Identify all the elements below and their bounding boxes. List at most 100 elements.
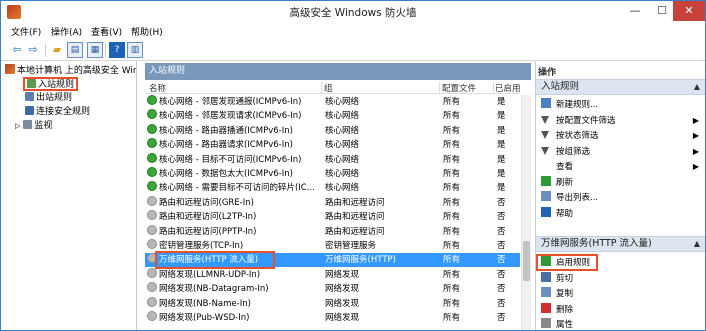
rule-disabled-icon bbox=[147, 224, 157, 235]
rule-row[interactable]: 核心网络 - 路由器请求(ICMPv6-In) 核心网络 所有 是 bbox=[145, 138, 520, 152]
rule-profile: 所有 bbox=[443, 241, 461, 251]
rule-group: 核心网络 bbox=[325, 125, 360, 136]
rule-profile: 所有 bbox=[443, 111, 461, 122]
vertical-scrollbar[interactable] bbox=[521, 95, 531, 330]
action-item[interactable]: 复制 bbox=[541, 287, 701, 301]
rule-row[interactable]: 网络发现(LLMNR-UDP-In) 网络发现 所有 否 bbox=[145, 267, 520, 282]
navigation-tree: 本地计算机 上的高级安全 Windows 入站规则 出站规则 连接安全规则 ▷ 监… bbox=[3, 61, 137, 330]
rule-enabled: 否 bbox=[497, 284, 506, 295]
menu-view[interactable]: 查看(V) bbox=[91, 25, 122, 38]
new-rule-icon bbox=[541, 98, 551, 108]
action-item[interactable]: 查看 ▶ bbox=[541, 160, 701, 174]
action-item[interactable]: 属性 bbox=[541, 318, 701, 330]
rule-row[interactable]: 核心网络 - 需要目标不可访问的碎片(IC... 核心网络 所有 是 bbox=[145, 181, 520, 195]
action-item[interactable]: 删除 bbox=[541, 302, 701, 317]
column-header-row: 名称 组 配置文件 已启用 bbox=[145, 81, 521, 94]
rule-name: 核心网络 - 邻居发现请求(ICMPv6-In) bbox=[159, 111, 302, 122]
rule-profile: 所有 bbox=[443, 125, 461, 136]
rule-enabled: 否 bbox=[497, 226, 506, 237]
rule-profile: 所有 bbox=[443, 183, 461, 194]
rule-row[interactable]: 路由和远程访问(L2TP-In) 路由和远程访问 所有 否 bbox=[145, 210, 520, 224]
toolbar-separator bbox=[105, 43, 106, 57]
column-header-name[interactable]: 名称 bbox=[149, 82, 322, 94]
column-header-profile[interactable]: 配置文件 bbox=[442, 82, 494, 94]
action-label: 按组筛选 bbox=[556, 146, 591, 157]
rule-row[interactable]: 核心网络 - 路由器播通(ICMPv6-In) 核心网络 所有 是 bbox=[145, 123, 520, 138]
column-header-enabled[interactable]: 已启用 bbox=[495, 82, 521, 94]
rule-group: 网络发现 bbox=[325, 313, 360, 323]
back-arrow-icon[interactable]: ⇦ bbox=[9, 42, 25, 58]
firewall-window: 高级安全 Windows 防火墙 — ☐ ✕ 文件(F) 操作(A) 查看(V)… bbox=[0, 0, 706, 331]
toolbar-separator bbox=[45, 43, 46, 57]
section-label: 入站规则 bbox=[541, 81, 580, 92]
action-item[interactable]: 按状态筛选 ▶ bbox=[541, 129, 701, 143]
rule-row[interactable]: 万维网服务(HTTP 流入量) 万维网服务(HTTP) 所有否 bbox=[145, 251, 520, 270]
scrollbar-thumb[interactable] bbox=[523, 241, 530, 281]
tree-item-root[interactable]: 本地计算机 上的高级安全 Windows bbox=[5, 64, 137, 76]
menu-help[interactable]: 帮助(H) bbox=[131, 25, 163, 38]
close-button[interactable]: ✕ bbox=[673, 1, 705, 21]
tree-item-label: 连接安全规则 bbox=[36, 107, 91, 117]
rule-row[interactable]: 网络发现(NB-Name-In) 网络发现 所有 否 bbox=[145, 296, 520, 311]
menu-file[interactable]: 文件(F) bbox=[11, 25, 41, 38]
rule-row[interactable]: 核心网络 - 邻居发现请求(ICMPv6-In) 核心网络 所有 是 bbox=[145, 109, 520, 123]
actions-section-inbound[interactable]: 入站规则 ▲ bbox=[536, 79, 705, 95]
rule-row[interactable]: 路由和远程访问(PPTP-In) 路由和远程访问 所有 否 bbox=[145, 224, 520, 239]
expand-arrow-icon[interactable]: ▷ bbox=[15, 122, 20, 130]
actions-section-selected-rule[interactable]: 万维网服务(HTTP 流入量) ▲ bbox=[536, 236, 705, 252]
rule-disabled-icon bbox=[147, 296, 157, 307]
menu-action[interactable]: 操作(A) bbox=[51, 25, 82, 38]
properties-icon bbox=[541, 318, 551, 328]
rule-enabled-icon bbox=[147, 95, 157, 105]
rule-row[interactable]: 核心网络 - 数据包太大(ICMPv6-In) 核心网络 所有 是 bbox=[145, 167, 520, 181]
rule-group: 路由和远程访问 bbox=[325, 226, 385, 237]
maximize-button[interactable]: ☐ bbox=[648, 1, 676, 21]
rule-group: 核心网络 bbox=[325, 154, 360, 165]
collapse-caret-icon[interactable]: ▲ bbox=[694, 80, 700, 94]
rule-row[interactable]: 网络发现(Pub-WSD-In) 网络发现 所有 否 bbox=[145, 311, 520, 325]
tree-item-monitor[interactable]: ▷ 监视 bbox=[15, 120, 52, 132]
rule-row[interactable]: 核心网络 - 目标不可访问(ICMPv6-In) 核心网络 所有 是 bbox=[145, 152, 520, 167]
tree-item-label: 本地计算机 上的高级安全 Windows bbox=[17, 66, 137, 76]
tree-item-inbound-rules[interactable]: 入站规则 bbox=[23, 77, 79, 91]
rule-row[interactable]: 路由和远程访问(GRE-In) 路由和远程访问 所有 否 bbox=[145, 195, 520, 210]
rule-name: 核心网络 - 数据包太大(ICMPv6-In) bbox=[159, 169, 293, 179]
action-item[interactable]: 剪切 bbox=[541, 271, 701, 286]
rule-name: 核心网络 - 需要目标不可访问的碎片(IC... bbox=[159, 183, 315, 194]
forward-arrow-icon[interactable]: ⇨ bbox=[25, 42, 41, 58]
action-item[interactable]: 导出列表... bbox=[541, 191, 701, 205]
rule-profile: 所有 bbox=[443, 313, 461, 323]
menu-bar: 文件(F) 操作(A) 查看(V) 帮助(H) bbox=[1, 23, 705, 39]
action-item[interactable]: 按配置文件筛选 ▶ bbox=[541, 114, 701, 128]
rule-enabled-icon bbox=[147, 167, 157, 177]
show-hide-tree-icon[interactable]: ▤ bbox=[67, 42, 83, 58]
rule-enabled: 是 bbox=[497, 140, 506, 151]
action-item[interactable]: 刷新 bbox=[541, 175, 701, 190]
actions-pane: 操作 入站规则 ▲ 新建规则... 按配置文件筛选 ▶ 按状态筛选 ▶ 按组筛选 ▶ 查看 ▶ 刷… bbox=[535, 61, 705, 330]
action-item[interactable]: 新建规则... bbox=[541, 98, 701, 112]
action-label: 导出列表... bbox=[556, 193, 599, 203]
action-item[interactable]: 按组筛选 ▶ bbox=[541, 145, 701, 159]
minimize-button[interactable]: — bbox=[621, 1, 649, 21]
tree-item-connection-security-rules[interactable]: 连接安全规则 bbox=[25, 106, 90, 118]
monitor-icon bbox=[23, 120, 33, 129]
help-icon[interactable]: ? bbox=[109, 42, 125, 58]
rules-panel: 入站规则 名称 组 配置文件 已启用 核心网络 - 邻居发现通报(ICMPv6-… bbox=[141, 61, 531, 330]
up-folder-icon[interactable]: ▰ bbox=[49, 42, 65, 58]
action-pane-icon[interactable]: ▥ bbox=[127, 42, 143, 58]
rule-row[interactable]: 核心网络 - 邻居发现通报(ICMPv6-In) 核心网络 所有 是 bbox=[145, 95, 520, 109]
column-header-group[interactable]: 组 bbox=[324, 82, 440, 94]
collapse-caret-icon[interactable]: ▲ bbox=[694, 237, 700, 251]
action-item[interactable]: 帮助 bbox=[541, 206, 701, 221]
export-list-icon[interactable]: ▦ bbox=[87, 42, 103, 58]
rule-group: 网络发现 bbox=[325, 269, 360, 280]
rule-group: 网络发现 bbox=[325, 298, 360, 309]
rule-group: 核心网络 bbox=[325, 140, 360, 151]
rule-enabled: 否 bbox=[497, 255, 506, 266]
rule-profile: 所有 bbox=[443, 169, 461, 179]
rule-row[interactable]: 网络发现(NB-Datagram-In) 网络发现 所有 否 bbox=[145, 282, 520, 296]
toolbar: ⇦ ⇨ ▰ ▤ ▦ ? ▥ bbox=[1, 39, 705, 61]
tree-item-outbound-rules[interactable]: 出站规则 bbox=[25, 92, 72, 104]
rule-enabled: 是 bbox=[497, 154, 506, 165]
tree-item-label: 监视 bbox=[34, 121, 53, 131]
